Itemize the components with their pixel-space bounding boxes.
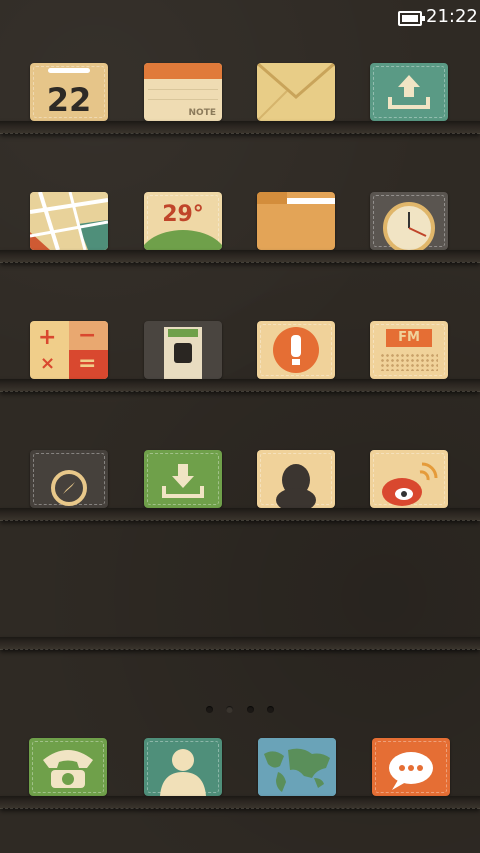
compass-app-icon[interactable] <box>30 450 108 508</box>
status-bar: 21:22 <box>0 0 480 36</box>
calendar-app-icon[interactable]: 22 <box>30 63 108 121</box>
shelf-stitch <box>0 391 480 392</box>
shelf-stitch <box>0 520 480 521</box>
person-icon <box>160 749 206 796</box>
weather-temp: 29° <box>162 202 204 227</box>
battery-icon <box>398 11 425 26</box>
folder-paper <box>287 198 335 204</box>
world-map-icon <box>258 738 336 796</box>
upload-icon <box>388 75 430 109</box>
notes-app-icon[interactable]: NOTE <box>144 63 222 121</box>
upload-app-icon[interactable] <box>370 63 448 121</box>
page-dot[interactable] <box>206 706 214 713</box>
shelf <box>0 637 480 649</box>
map-icon <box>30 192 108 250</box>
chat-bubble-icon <box>389 752 433 790</box>
page-dot[interactable] <box>266 706 274 713</box>
video-app-icon[interactable] <box>144 321 222 379</box>
dock-shelf <box>0 796 480 808</box>
plus-icon: + <box>38 325 57 350</box>
film-label <box>168 329 198 337</box>
shelf <box>0 121 480 133</box>
shelf <box>0 508 480 520</box>
phone-app-icon[interactable] <box>29 738 107 796</box>
notes-line <box>148 89 218 90</box>
flashlight-app-icon[interactable] <box>257 321 335 379</box>
notes-line <box>148 99 218 100</box>
folder-tab <box>257 192 287 204</box>
maps-app-icon[interactable] <box>30 192 108 250</box>
mail-app-icon[interactable] <box>257 63 335 121</box>
shelf <box>0 379 480 391</box>
weather-app-icon[interactable]: 29° <box>144 192 222 250</box>
penguin-icon <box>276 464 316 508</box>
clock-app-icon[interactable] <box>370 192 448 250</box>
envelope-icon <box>257 63 335 121</box>
weibo-icon <box>382 462 438 506</box>
download-app-icon[interactable] <box>144 450 222 508</box>
bulb-icon <box>291 335 301 365</box>
multiply-icon: × <box>40 353 56 374</box>
download-icon <box>162 464 204 498</box>
clock-icon <box>383 202 435 250</box>
calculator-app-icon[interactable]: + − × = <box>30 321 108 379</box>
phone-icon <box>43 750 93 788</box>
qq-app-icon[interactable] <box>257 450 335 508</box>
binder-ring-icon <box>48 68 90 73</box>
shelf-stitch <box>0 649 480 650</box>
shelf-stitch <box>0 133 480 134</box>
weibo-app-icon[interactable] <box>370 450 448 508</box>
browser-app-icon[interactable] <box>258 738 336 796</box>
status-time: 21:22 <box>426 6 478 27</box>
radio-label: FM <box>386 329 432 347</box>
page-indicator <box>0 698 480 717</box>
minus-icon: − <box>78 323 97 348</box>
radio-app-icon[interactable]: FM <box>370 321 448 379</box>
contacts-app-icon[interactable] <box>144 738 222 796</box>
camera-icon <box>174 343 192 363</box>
shelf <box>0 250 480 262</box>
page-dot[interactable] <box>246 706 254 713</box>
shelf-stitch <box>0 808 480 809</box>
page-dot-current[interactable] <box>226 706 234 713</box>
speaker-grille <box>380 353 438 371</box>
equals-icon: = <box>78 351 97 376</box>
shelf-stitch <box>0 262 480 263</box>
notes-header <box>144 63 222 79</box>
files-app-icon[interactable] <box>257 192 335 250</box>
notes-label: NOTE <box>188 108 216 118</box>
calendar-day: 22 <box>46 81 92 119</box>
messaging-app-icon[interactable] <box>372 738 450 796</box>
compass-icon <box>51 470 87 506</box>
